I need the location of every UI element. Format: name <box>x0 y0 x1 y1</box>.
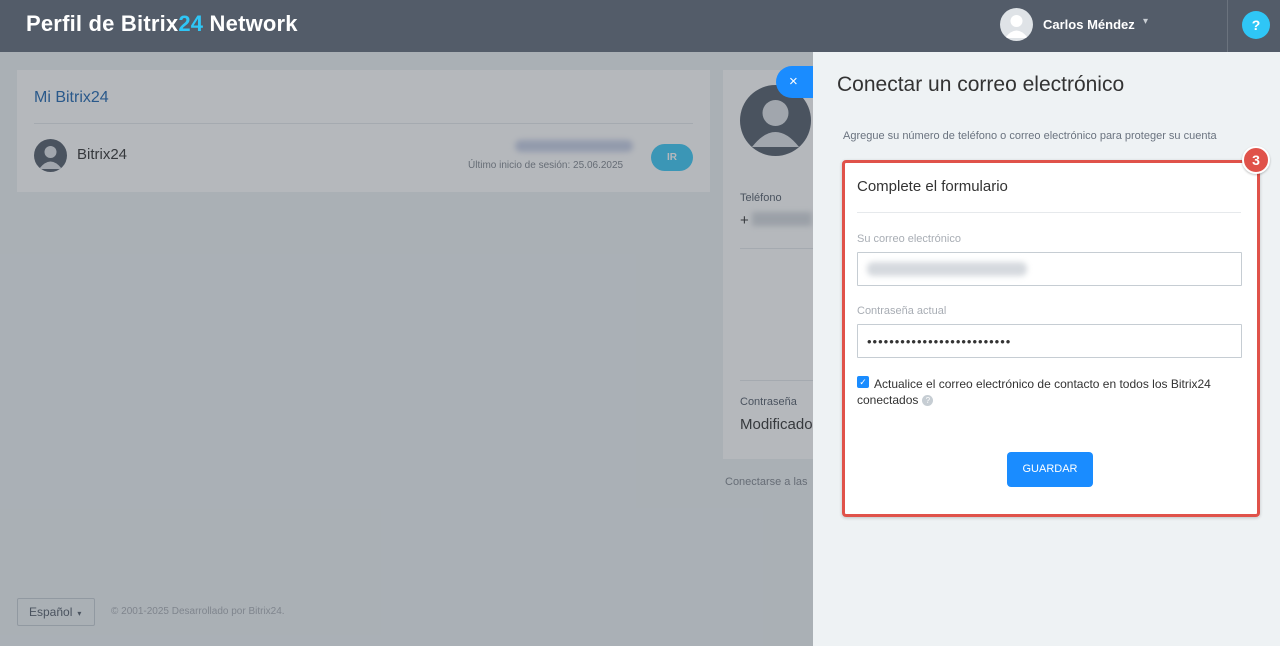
slider-title: Conectar un correo electrónico <box>837 73 1125 96</box>
close-icon: × <box>789 73 798 90</box>
header-divider <box>1227 0 1228 52</box>
user-name[interactable]: Carlos Méndez <box>1043 17 1135 32</box>
top-header: Perfil de Bitrix24 Network Carlos Méndez… <box>0 0 1280 52</box>
user-avatar[interactable] <box>1000 8 1033 41</box>
step-number-badge: 3 <box>1242 146 1270 174</box>
modal-overlay[interactable] <box>0 52 813 646</box>
chevron-down-icon[interactable]: ▾ <box>1143 16 1148 27</box>
slider-description: Agregue su número de teléfono o correo e… <box>843 130 1217 142</box>
user-icon <box>1005 15 1028 38</box>
step-highlight-frame <box>842 160 1260 517</box>
connect-email-slider: Conectar un correo electrónico Agregue s… <box>813 52 1280 646</box>
help-button[interactable]: ? <box>1242 11 1270 39</box>
page-brand-title: Perfil de Bitrix24 Network <box>26 11 298 36</box>
